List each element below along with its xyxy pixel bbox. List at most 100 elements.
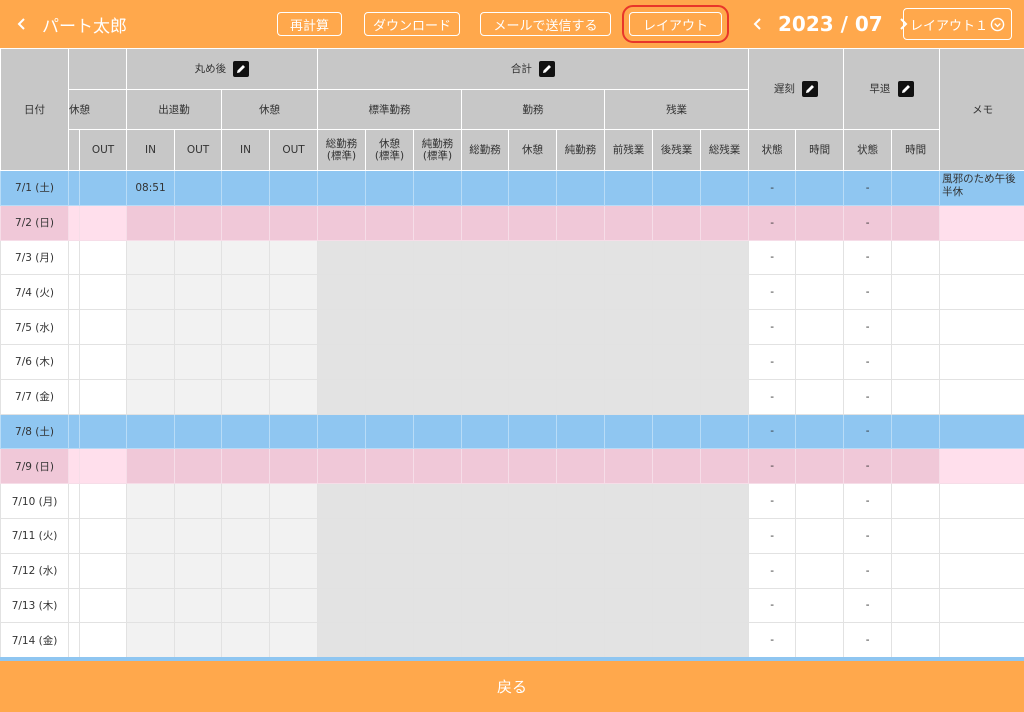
ot-total-cell[interactable] (700, 343, 750, 380)
break-out-cell[interactable] (79, 309, 127, 345)
in2-cell[interactable] (221, 448, 270, 485)
early-time-cell[interactable] (891, 170, 941, 206)
late-state-cell[interactable]: - (748, 170, 797, 206)
spacer-cell[interactable] (68, 274, 80, 311)
in1-cell[interactable] (126, 413, 175, 450)
break-out-cell[interactable] (79, 239, 127, 276)
date-cell[interactable]: 7/2 (日) (0, 204, 69, 241)
std-break-cell[interactable] (365, 343, 415, 380)
ot-total-cell[interactable] (700, 274, 750, 311)
work-total-cell[interactable] (461, 204, 510, 241)
send-mail-button[interactable]: メールで送信する (480, 12, 611, 36)
std-net-cell[interactable] (413, 587, 463, 624)
spacer-cell[interactable] (68, 309, 80, 345)
ot-pre-cell[interactable] (604, 448, 654, 485)
std-total-cell[interactable] (317, 552, 367, 589)
std-net-cell[interactable] (413, 274, 463, 311)
ot-pre-cell[interactable] (604, 483, 654, 519)
table-row[interactable]: 7/13 (木) - - (0, 587, 1024, 624)
date-cell[interactable]: 7/7 (金) (0, 378, 69, 415)
in1-cell[interactable] (126, 378, 175, 415)
std-break-cell[interactable] (365, 239, 415, 276)
ot-post-cell[interactable] (652, 552, 702, 589)
late-state-cell[interactable]: - (748, 622, 797, 659)
spacer-cell[interactable] (68, 343, 80, 380)
in1-cell[interactable] (126, 517, 175, 554)
in1-cell[interactable] (126, 239, 175, 276)
in1-cell[interactable] (126, 622, 175, 659)
work-break-cell[interactable] (508, 413, 558, 450)
date-cell[interactable]: 7/13 (木) (0, 587, 69, 624)
ot-post-cell[interactable] (652, 587, 702, 624)
table-row[interactable]: 7/4 (火) - - (0, 274, 1024, 311)
out2-cell[interactable] (268, 204, 319, 241)
work-break-cell[interactable] (508, 483, 558, 519)
work-break-cell[interactable] (508, 309, 558, 345)
out1-cell[interactable] (174, 587, 222, 624)
std-net-cell[interactable] (413, 483, 463, 519)
std-total-cell[interactable] (317, 343, 367, 380)
work-break-cell[interactable] (508, 378, 558, 415)
in2-cell[interactable] (221, 343, 270, 380)
work-net-cell[interactable] (556, 309, 606, 345)
late-time-cell[interactable] (795, 587, 845, 624)
ot-post-cell[interactable] (652, 274, 702, 311)
out1-cell[interactable] (174, 517, 222, 554)
work-net-cell[interactable] (556, 170, 606, 206)
std-total-cell[interactable] (317, 204, 367, 241)
spacer-cell[interactable] (68, 204, 80, 241)
in1-cell[interactable] (126, 204, 175, 241)
std-break-cell[interactable] (365, 204, 415, 241)
date-cell[interactable]: 7/10 (月) (0, 483, 69, 519)
ot-post-cell[interactable] (652, 413, 702, 450)
late-time-cell[interactable] (795, 378, 845, 415)
out2-cell[interactable] (268, 239, 319, 276)
table-row[interactable]: 7/12 (水) - - (0, 552, 1024, 589)
edit-total-icon[interactable] (539, 61, 556, 77)
std-net-cell[interactable] (413, 378, 463, 415)
late-state-cell[interactable]: - (748, 517, 797, 554)
spacer-cell[interactable] (68, 170, 80, 206)
in2-cell[interactable] (221, 413, 270, 450)
memo-cell[interactable] (939, 552, 1024, 589)
late-time-cell[interactable] (795, 343, 845, 380)
ot-pre-cell[interactable] (604, 343, 654, 380)
ot-total-cell[interactable] (700, 448, 750, 485)
out2-cell[interactable] (268, 413, 319, 450)
ot-post-cell[interactable] (652, 343, 702, 380)
table-row[interactable]: 7/14 (金) - - (0, 622, 1024, 659)
in2-cell[interactable] (221, 483, 270, 519)
download-button[interactable]: ダウンロード (364, 12, 460, 36)
memo-cell[interactable] (939, 309, 1024, 345)
std-net-cell[interactable] (413, 239, 463, 276)
date-cell[interactable]: 7/14 (金) (0, 622, 69, 659)
spacer-cell[interactable] (68, 239, 80, 276)
early-time-cell[interactable] (891, 517, 941, 554)
early-state-cell[interactable]: - (843, 587, 893, 624)
timesheet-grid[interactable]: 日付 丸め後 合計 遅刻 早退 メモ 休憩 出退勤 休憩 標準勤務 勤務 残業 … (0, 48, 1024, 660)
ot-total-cell[interactable] (700, 378, 750, 415)
ot-pre-cell[interactable] (604, 204, 654, 241)
early-time-cell[interactable] (891, 413, 941, 450)
date-cell[interactable]: 7/1 (土) (0, 170, 69, 206)
out2-cell[interactable] (268, 343, 319, 380)
out1-cell[interactable] (174, 413, 222, 450)
out1-cell[interactable] (174, 170, 222, 206)
out2-cell[interactable] (268, 622, 319, 659)
spacer-cell[interactable] (68, 448, 80, 485)
early-time-cell[interactable] (891, 239, 941, 276)
out1-cell[interactable] (174, 448, 222, 485)
work-break-cell[interactable] (508, 622, 558, 659)
std-total-cell[interactable] (317, 309, 367, 345)
out2-cell[interactable] (268, 170, 319, 206)
early-state-cell[interactable]: - (843, 622, 893, 659)
late-time-cell[interactable] (795, 517, 845, 554)
out2-cell[interactable] (268, 448, 319, 485)
in1-cell[interactable] (126, 343, 175, 380)
spacer-cell[interactable] (68, 587, 80, 624)
late-time-cell[interactable] (795, 552, 845, 589)
ot-post-cell[interactable] (652, 204, 702, 241)
early-time-cell[interactable] (891, 622, 941, 659)
in2-cell[interactable] (221, 170, 270, 206)
memo-cell[interactable] (939, 448, 1024, 485)
